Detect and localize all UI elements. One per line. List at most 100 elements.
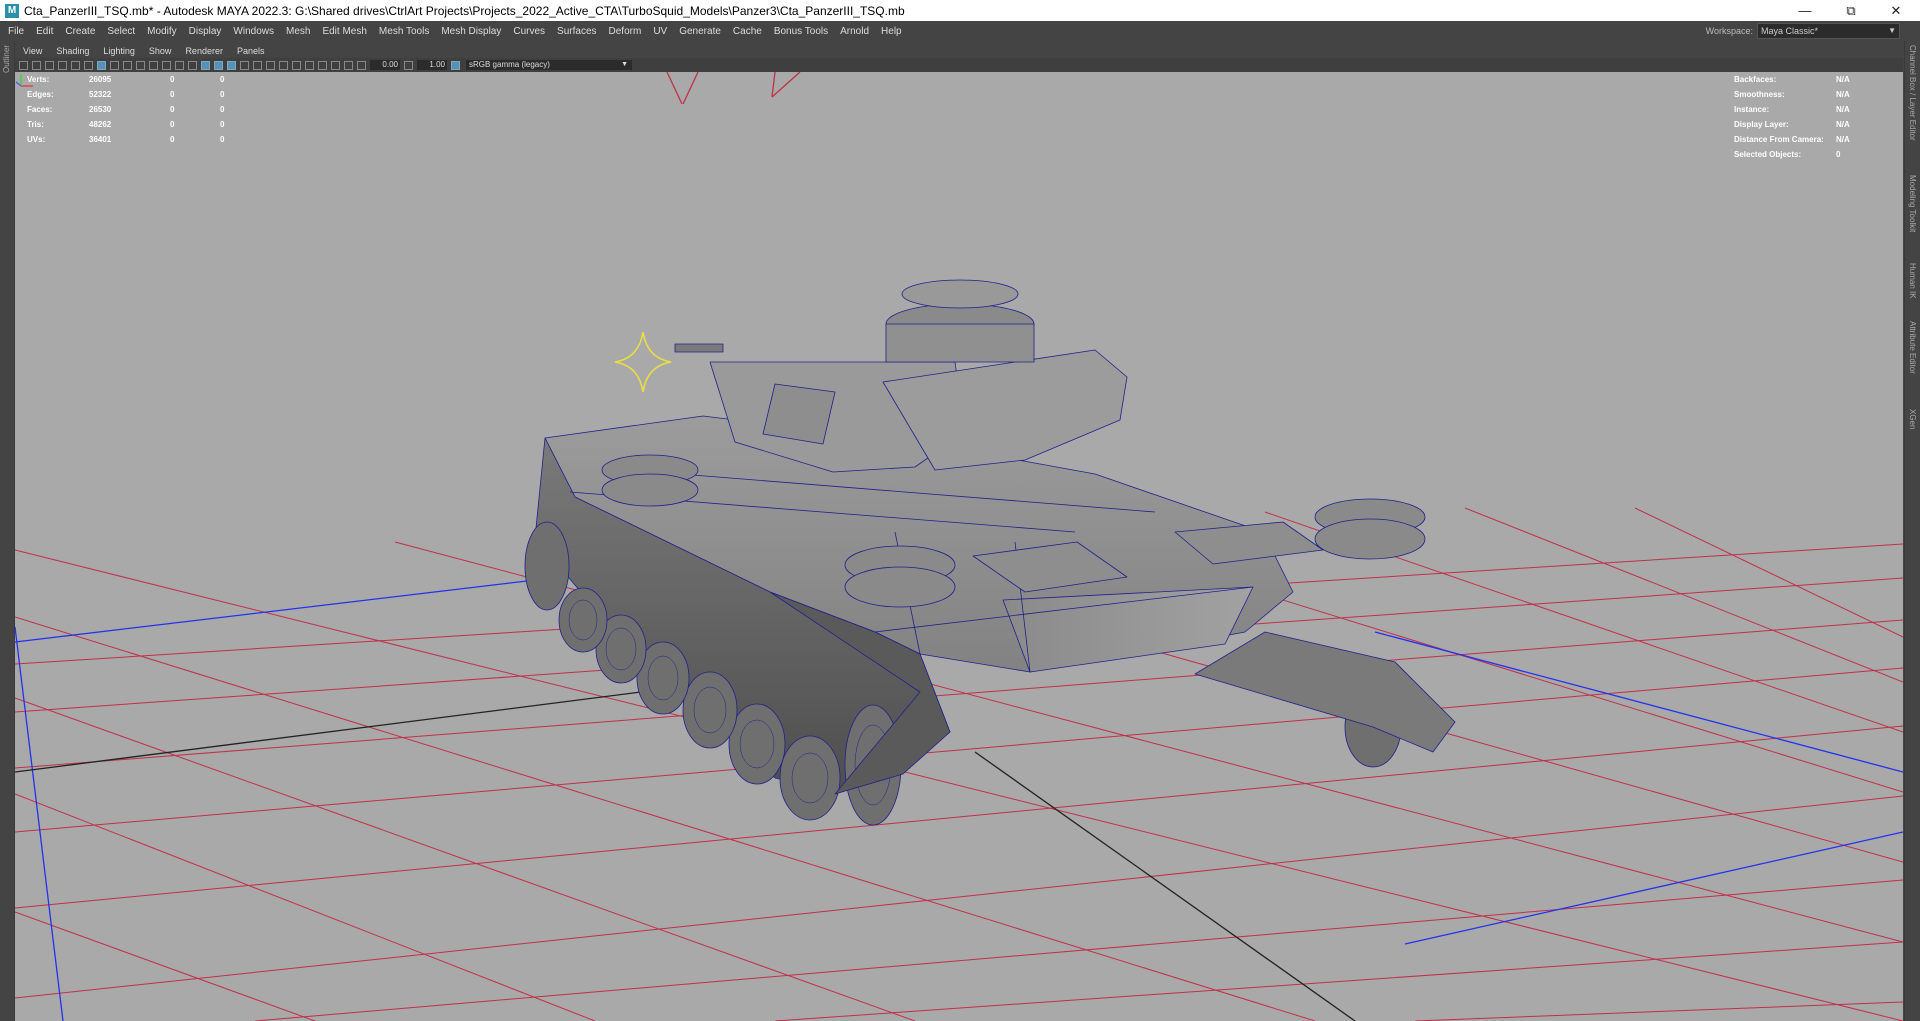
tab-human-ik[interactable]: Human IK xyxy=(1908,263,1917,299)
hud-row-instance: Instance: N/A xyxy=(1734,102,1884,117)
hud-label: Instance: xyxy=(1734,105,1770,114)
workspace-dropdown[interactable]: Maya Classic* ▼ xyxy=(1757,23,1900,39)
menu-uv[interactable]: UV xyxy=(647,26,673,37)
maya-app-icon: M xyxy=(5,3,19,18)
safe-title-icon[interactable] xyxy=(175,60,184,70)
panel-menu-renderer[interactable]: Renderer xyxy=(178,46,230,56)
main-menu-bar: File Edit Create Select Modify Display W… xyxy=(0,21,1920,41)
panel-menu-shading[interactable]: Shading xyxy=(49,46,96,56)
use-all-lights-icon[interactable] xyxy=(240,60,249,70)
color-space-dropdown[interactable]: sRGB gamma (legacy) ▼ xyxy=(466,60,632,70)
menu-deform[interactable]: Deform xyxy=(603,26,648,37)
menu-generate[interactable]: Generate xyxy=(673,26,727,37)
viewport-scene xyxy=(15,72,1903,1021)
hud-value: 0 xyxy=(1836,150,1841,159)
bookmark-icon[interactable] xyxy=(45,60,54,70)
menu-arnold[interactable]: Arnold xyxy=(834,26,875,37)
tab-modeling-toolkit[interactable]: Modeling Toolkit xyxy=(1908,175,1917,232)
select-camera-icon[interactable] xyxy=(19,60,28,70)
hud-row-faces: Faces: 26530 0 0 xyxy=(27,102,257,117)
menu-file[interactable]: File xyxy=(0,26,30,37)
menu-surfaces[interactable]: Surfaces xyxy=(551,26,602,37)
wireframe-icon[interactable] xyxy=(188,60,197,70)
menu-mesh-tools[interactable]: Mesh Tools xyxy=(373,26,435,37)
anti-aliasing-icon[interactable] xyxy=(292,60,301,70)
tab-outliner[interactable]: Outliner xyxy=(2,45,11,73)
tab-attribute-editor[interactable]: Attribute Editor xyxy=(1908,321,1917,374)
panel-menu-show[interactable]: Show xyxy=(142,46,179,56)
textured-icon[interactable] xyxy=(227,60,236,70)
menu-edit-mesh[interactable]: Edit Mesh xyxy=(316,26,372,37)
hud-value: 36401 xyxy=(89,135,112,144)
x-ray-icon[interactable] xyxy=(318,60,327,70)
minimize-icon[interactable]: — xyxy=(1783,0,1827,21)
field-chart-icon[interactable] xyxy=(149,60,158,70)
menu-create[interactable]: Create xyxy=(59,26,101,37)
menu-select[interactable]: Select xyxy=(101,26,141,37)
menu-curves[interactable]: Curves xyxy=(507,26,551,37)
image-plane-icon[interactable] xyxy=(58,60,67,70)
exposure-icon[interactable] xyxy=(357,60,366,70)
workspace-selector: Workspace: Maya Classic* ▼ xyxy=(1706,23,1900,39)
hud-row-tris: Tris: 48262 0 0 xyxy=(27,117,257,132)
menu-edit[interactable]: Edit xyxy=(30,26,59,37)
safe-action-icon[interactable] xyxy=(162,60,171,70)
camera-attributes-icon[interactable] xyxy=(32,60,41,70)
motion-blur-icon[interactable] xyxy=(279,60,288,70)
panel-menu-lighting[interactable]: Lighting xyxy=(96,46,142,56)
film-gate-icon[interactable] xyxy=(110,60,119,70)
panel-menu-panels[interactable]: Panels xyxy=(230,46,272,56)
chevron-down-icon: ▼ xyxy=(1888,26,1896,35)
color-management-icon[interactable] xyxy=(451,60,460,70)
restore-icon[interactable]: ⧉ xyxy=(1829,0,1873,21)
tab-channel-box[interactable]: Channel Box / Layer Editor xyxy=(1908,45,1917,141)
window-title: Cta_PanzerIII_TSQ.mb* - Autodesk MAYA 20… xyxy=(24,3,905,18)
grid-icon[interactable] xyxy=(97,60,106,70)
hud-value: N/A xyxy=(1836,120,1850,129)
hud-value: 52322 xyxy=(89,90,112,99)
hud-label: Smoothness: xyxy=(1734,90,1785,99)
screen-space-ao-icon[interactable] xyxy=(266,60,275,70)
hud-value: 0 xyxy=(170,105,175,114)
grease-pencil-icon[interactable] xyxy=(84,60,93,70)
menu-mesh-display[interactable]: Mesh Display xyxy=(435,26,507,37)
close-icon[interactable]: ✕ xyxy=(1874,0,1918,21)
gamma-field[interactable]: 1.00 xyxy=(417,60,447,70)
hud-row-display-layer: Display Layer: N/A xyxy=(1734,117,1884,132)
gamma-icon[interactable] xyxy=(404,60,413,70)
hud-value: N/A xyxy=(1836,105,1850,114)
backface-culling-icon[interactable] xyxy=(344,60,353,70)
hud-label: UVs: xyxy=(27,135,46,144)
hud-label: Edges: xyxy=(27,90,54,99)
hud-value: 0 xyxy=(170,75,175,84)
menu-modify[interactable]: Modify xyxy=(141,26,182,37)
hud-value: 26530 xyxy=(89,105,112,114)
gate-mask-icon[interactable] xyxy=(136,60,145,70)
exposure-field[interactable]: 0.00 xyxy=(370,60,400,70)
shadows-icon[interactable] xyxy=(253,60,262,70)
isolate-select-icon[interactable] xyxy=(305,60,314,70)
menu-windows[interactable]: Windows xyxy=(227,26,280,37)
menu-display[interactable]: Display xyxy=(183,26,228,37)
smooth-shade-icon[interactable] xyxy=(201,60,210,70)
menu-help[interactable]: Help xyxy=(875,26,908,37)
hud-value: 0 xyxy=(220,90,225,99)
hud-value: 0 xyxy=(170,120,175,129)
title-bar: M Cta_PanzerIII_TSQ.mb* - Autodesk MAYA … xyxy=(0,0,1920,21)
panel-menu-view[interactable]: View xyxy=(15,46,49,56)
light-gizmo xyxy=(614,331,672,393)
gun-barrel xyxy=(674,343,724,353)
x-ray-joints-icon[interactable] xyxy=(331,60,340,70)
wireframe-on-shaded-icon[interactable] xyxy=(214,60,223,70)
2d-pan-zoom-icon[interactable] xyxy=(71,60,80,70)
workspace-value: Maya Classic* xyxy=(1761,26,1819,36)
color-space-value: sRGB gamma (legacy) xyxy=(469,60,550,69)
menu-cache[interactable]: Cache xyxy=(727,26,768,37)
perspective-viewport[interactable]: Verts: 26095 0 0 Edges: 52322 0 0 Faces:… xyxy=(15,72,1903,1021)
menu-bonus-tools[interactable]: Bonus Tools xyxy=(768,26,834,37)
hud-value: N/A xyxy=(1836,90,1850,99)
hud-row-backfaces: Backfaces: N/A xyxy=(1734,72,1884,87)
menu-mesh[interactable]: Mesh xyxy=(280,26,316,37)
resolution-gate-icon[interactable] xyxy=(123,60,132,70)
tab-xgen[interactable]: XGen xyxy=(1908,409,1917,429)
